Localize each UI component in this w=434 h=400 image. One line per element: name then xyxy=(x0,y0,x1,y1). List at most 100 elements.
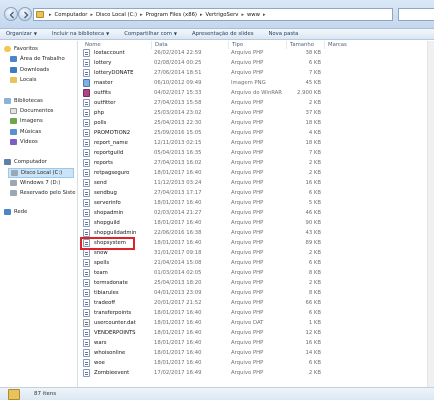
breadcrumb-www[interactable]: www xyxy=(247,12,260,18)
item-count: 87 itens xyxy=(34,391,57,397)
nav-libraries[interactable]: Bibliotecas xyxy=(4,98,43,104)
file-size: 18 KB xyxy=(305,140,321,146)
file-row[interactable]: lottery 02/08/2014 00:25 Arquivo PHP 6 KB xyxy=(79,58,434,68)
file-row[interactable]: lostaccount 26/02/2014 22:59 Arquivo PHP 38… xyxy=(79,48,434,58)
png-file-icon xyxy=(83,79,90,87)
file-type: Arquivo PHP xyxy=(231,370,264,376)
file-row[interactable]: php 25/03/2014 23:02 Arquivo PHP 37 KB xyxy=(79,108,434,118)
file-type: Arquivo PHP xyxy=(231,70,264,76)
file-row[interactable]: retpagseguro 18/01/2017 16:40 Arquivo PHP 2… xyxy=(79,168,434,178)
file-row[interactable]: team 01/03/2014 02:05 Arquivo PHP 8 KB xyxy=(79,268,434,278)
file-date: 18/01/2017 16:40 xyxy=(154,310,202,316)
nav-local-disk[interactable]: Disco Local (C:) xyxy=(8,168,74,178)
file-row[interactable]: VENDERPOINTS 18/01/2017 16:40 Arquivo PHP 1… xyxy=(79,328,434,338)
breadcrumb-chevron-icon[interactable]: ▸ xyxy=(90,12,93,18)
file-name: lotteryDONATE xyxy=(94,70,134,76)
slideshow-button[interactable]: Apresentação de slides xyxy=(192,31,253,37)
file-date: 18/01/2017 16:40 xyxy=(154,320,202,326)
file-row[interactable]: reportguild 05/04/2013 16:35 Arquivo PHP 7 … xyxy=(79,148,434,158)
nav-videos[interactable]: Vídeos xyxy=(10,139,38,145)
file-date: 17/02/2017 16:49 xyxy=(154,370,202,376)
file-row[interactable]: shopadmin 02/03/2014 21:27 Arquivo PHP 46 K… xyxy=(79,208,434,218)
file-type: Arquivo PHP xyxy=(231,210,264,216)
file-size: 45 KB xyxy=(305,80,321,86)
file-row[interactable]: termsdonate 25/04/2013 18:20 Arquivo PHP 2 … xyxy=(79,278,434,288)
navigation-pane: Favoritos Área de Trabalho Downloads Loc… xyxy=(0,41,78,387)
php-file-icon xyxy=(83,99,90,107)
file-row[interactable]: shopguild 18/01/2017 16:40 Arquivo PHP 90 K… xyxy=(79,218,434,228)
breadcrumb-chevron-icon[interactable]: ▸ xyxy=(263,12,266,18)
back-button[interactable] xyxy=(4,7,18,21)
breadcrumb-computer[interactable]: Computador xyxy=(55,12,88,18)
organize-button[interactable]: Organizar ▼ xyxy=(6,31,37,37)
file-row[interactable]: spells 21/04/2014 15:08 Arquivo PHP 6 KB xyxy=(79,258,434,268)
file-row[interactable]: sendbug 27/04/2013 17:17 Arquivo PHP 6 KB xyxy=(79,188,434,198)
file-size: 6 KB xyxy=(308,190,321,196)
breadcrumb-chevron-icon[interactable]: ▸ xyxy=(140,12,143,18)
nav-computer[interactable]: Computador xyxy=(4,159,47,165)
file-row[interactable]: report_name 12/11/2013 02:15 Arquivo PHP 18… xyxy=(79,138,434,148)
file-size: 5 KB xyxy=(308,200,321,206)
file-type: Arquivo PHP xyxy=(231,230,264,236)
nav-windows7-drive[interactable]: Windows 7 (D:) xyxy=(10,180,60,186)
file-type: Arquivo PHP xyxy=(231,60,264,66)
file-date: 27/04/2013 15:58 xyxy=(154,100,202,106)
nav-downloads[interactable]: Downloads xyxy=(10,67,49,73)
file-row[interactable]: tibiarules 04/01/2013 23:09 Arquivo PHP 8 K… xyxy=(79,288,434,298)
file-date: 25/09/2016 15:05 xyxy=(154,130,202,136)
forward-arrow-icon xyxy=(23,11,28,18)
vertical-scrollbar[interactable] xyxy=(427,41,434,387)
file-row[interactable]: woe 18/01/2017 16:40 Arquivo PHP 6 KB xyxy=(79,358,434,368)
file-row[interactable]: outfits 04/02/2017 15:33 Arquivo do WinRAR… xyxy=(79,88,434,98)
search-input[interactable] xyxy=(398,8,434,21)
breadcrumb-chevron-icon[interactable]: ▸ xyxy=(200,12,203,18)
file-row[interactable]: send 11/12/2013 03:24 Arquivo PHP 16 KB xyxy=(79,178,434,188)
include-label: Incluir na biblioteca xyxy=(51,31,105,37)
breadcrumb-chevron-icon[interactable]: ▸ xyxy=(241,12,244,18)
breadcrumb-vertrigoserv[interactable]: VertrigoServ xyxy=(206,12,239,18)
file-row[interactable]: wars 18/01/2017 16:40 Arquivo PHP 16 KB xyxy=(79,338,434,348)
file-name: transferpoints xyxy=(94,310,132,316)
file-row[interactable]: outfitter 27/04/2013 15:58 Arquivo PHP 2 KB xyxy=(79,98,434,108)
organize-label: Organizar xyxy=(6,31,32,37)
file-row[interactable]: PROMOTION2 25/09/2016 15:05 Arquivo PHP 4 K… xyxy=(79,128,434,138)
include-library-button[interactable]: Incluir na biblioteca ▼ xyxy=(52,31,109,37)
breadcrumb-local-disk[interactable]: Disco Local (C:) xyxy=(96,12,137,18)
nav-reserved-drive[interactable]: Reservado pelo Siste xyxy=(10,190,76,196)
file-row[interactable]: polls 25/04/2013 22:30 Arquivo PHP 18 KB xyxy=(79,118,434,128)
file-name: master xyxy=(94,80,113,86)
share-button[interactable]: Compartilhar com ▼ xyxy=(124,31,177,37)
breadcrumb-program-files[interactable]: Program Files (x86) xyxy=(146,12,197,18)
nav-desktop[interactable]: Área de Trabalho xyxy=(10,56,65,62)
nav-libraries-label: Bibliotecas xyxy=(14,98,43,104)
breadcrumb-chevron-icon[interactable]: ▸ xyxy=(49,12,52,18)
file-row[interactable]: reports 27/04/2013 16:02 Arquivo PHP 2 KB xyxy=(79,158,434,168)
nav-favorites[interactable]: Favoritos xyxy=(4,46,38,52)
file-date: 18/01/2017 16:40 xyxy=(154,340,202,346)
file-row[interactable]: whoisonline 18/01/2017 16:40 Arquivo PHP 14… xyxy=(79,348,434,358)
file-row[interactable]: tradeoff 20/01/2017 21:52 Arquivo PHP 66 KB xyxy=(79,298,434,308)
file-name: termsdonate xyxy=(94,280,128,286)
nav-documents[interactable]: Documentos xyxy=(10,108,53,114)
hard-drive-icon xyxy=(10,190,17,196)
file-size: 2 KB xyxy=(308,280,321,286)
address-path[interactable]: ▸ Computador ▸ Disco Local (C:) ▸ Progra… xyxy=(33,8,393,21)
file-date: 18/01/2017 16:40 xyxy=(154,200,202,206)
file-row[interactable]: serverinfo 18/01/2017 16:40 Arquivo PHP 5 K… xyxy=(79,198,434,208)
file-date: 18/01/2017 16:40 xyxy=(154,360,202,366)
file-row[interactable]: Zombieevent 17/02/2017 16:49 Arquivo PHP 2 … xyxy=(79,368,434,378)
file-row[interactable]: usercounter.dat 18/01/2017 16:40 Arquivo D… xyxy=(79,318,434,328)
nav-recent-places[interactable]: Locais xyxy=(10,77,37,83)
file-name: usercounter.dat xyxy=(94,320,136,326)
file-row[interactable]: transferpoints 18/01/2017 16:40 Arquivo PH… xyxy=(79,308,434,318)
forward-button[interactable] xyxy=(18,7,32,21)
nav-network[interactable]: Rede xyxy=(4,209,27,215)
file-type: Arquivo PHP xyxy=(231,190,264,196)
new-folder-button[interactable]: Nova pasta xyxy=(268,31,298,37)
nav-images[interactable]: Imagens xyxy=(10,118,43,124)
file-row[interactable]: master 06/10/2012 09:49 Imagem PNG 45 KB xyxy=(79,78,434,88)
recent-places-icon xyxy=(10,77,17,83)
file-type: Arquivo PHP xyxy=(231,100,264,106)
file-row[interactable]: lotteryDONATE 27/06/2014 18:51 Arquivo PHP… xyxy=(79,68,434,78)
nav-music[interactable]: Músicas xyxy=(10,129,41,135)
